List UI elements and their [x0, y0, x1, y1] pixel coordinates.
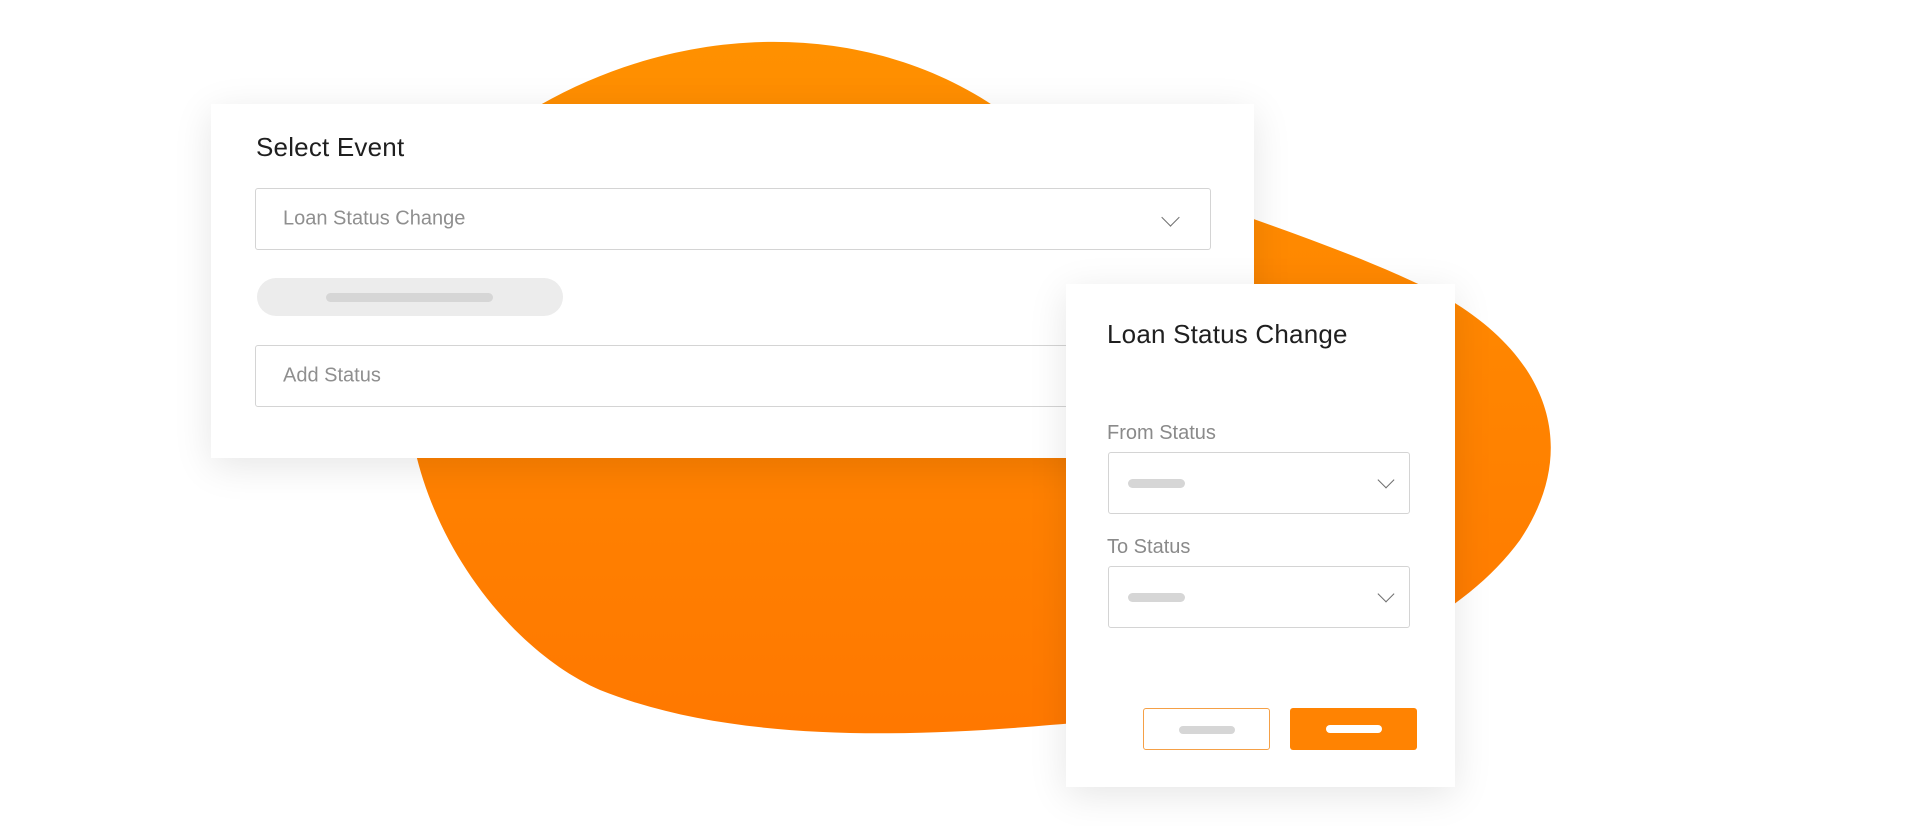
status-chip-placeholder [326, 293, 493, 302]
to-status-select[interactable] [1108, 566, 1410, 628]
chevron-down-icon [1377, 585, 1395, 603]
from-status-select[interactable] [1108, 452, 1410, 514]
confirm-button[interactable] [1290, 708, 1417, 750]
to-status-label: To Status [1107, 536, 1191, 558]
cancel-button[interactable] [1143, 708, 1270, 750]
cancel-button-placeholder [1179, 726, 1235, 734]
select-event-title: Select Event [256, 132, 405, 162]
add-status-placeholder: Add Status [283, 364, 381, 387]
loan-status-change-card: Loan Status Change From Status To Status [1066, 284, 1455, 787]
confirm-button-placeholder [1326, 725, 1382, 733]
event-select-value: Loan Status Change [283, 207, 466, 230]
from-status-placeholder [1128, 479, 1185, 488]
from-status-label: From Status [1107, 422, 1216, 444]
status-chip[interactable] [257, 278, 563, 316]
chevron-down-icon [1161, 208, 1180, 227]
chevron-down-icon [1377, 471, 1395, 489]
loan-status-change-title: Loan Status Change [1107, 319, 1348, 349]
event-select[interactable]: Loan Status Change [255, 188, 1211, 250]
to-status-placeholder [1128, 593, 1185, 602]
